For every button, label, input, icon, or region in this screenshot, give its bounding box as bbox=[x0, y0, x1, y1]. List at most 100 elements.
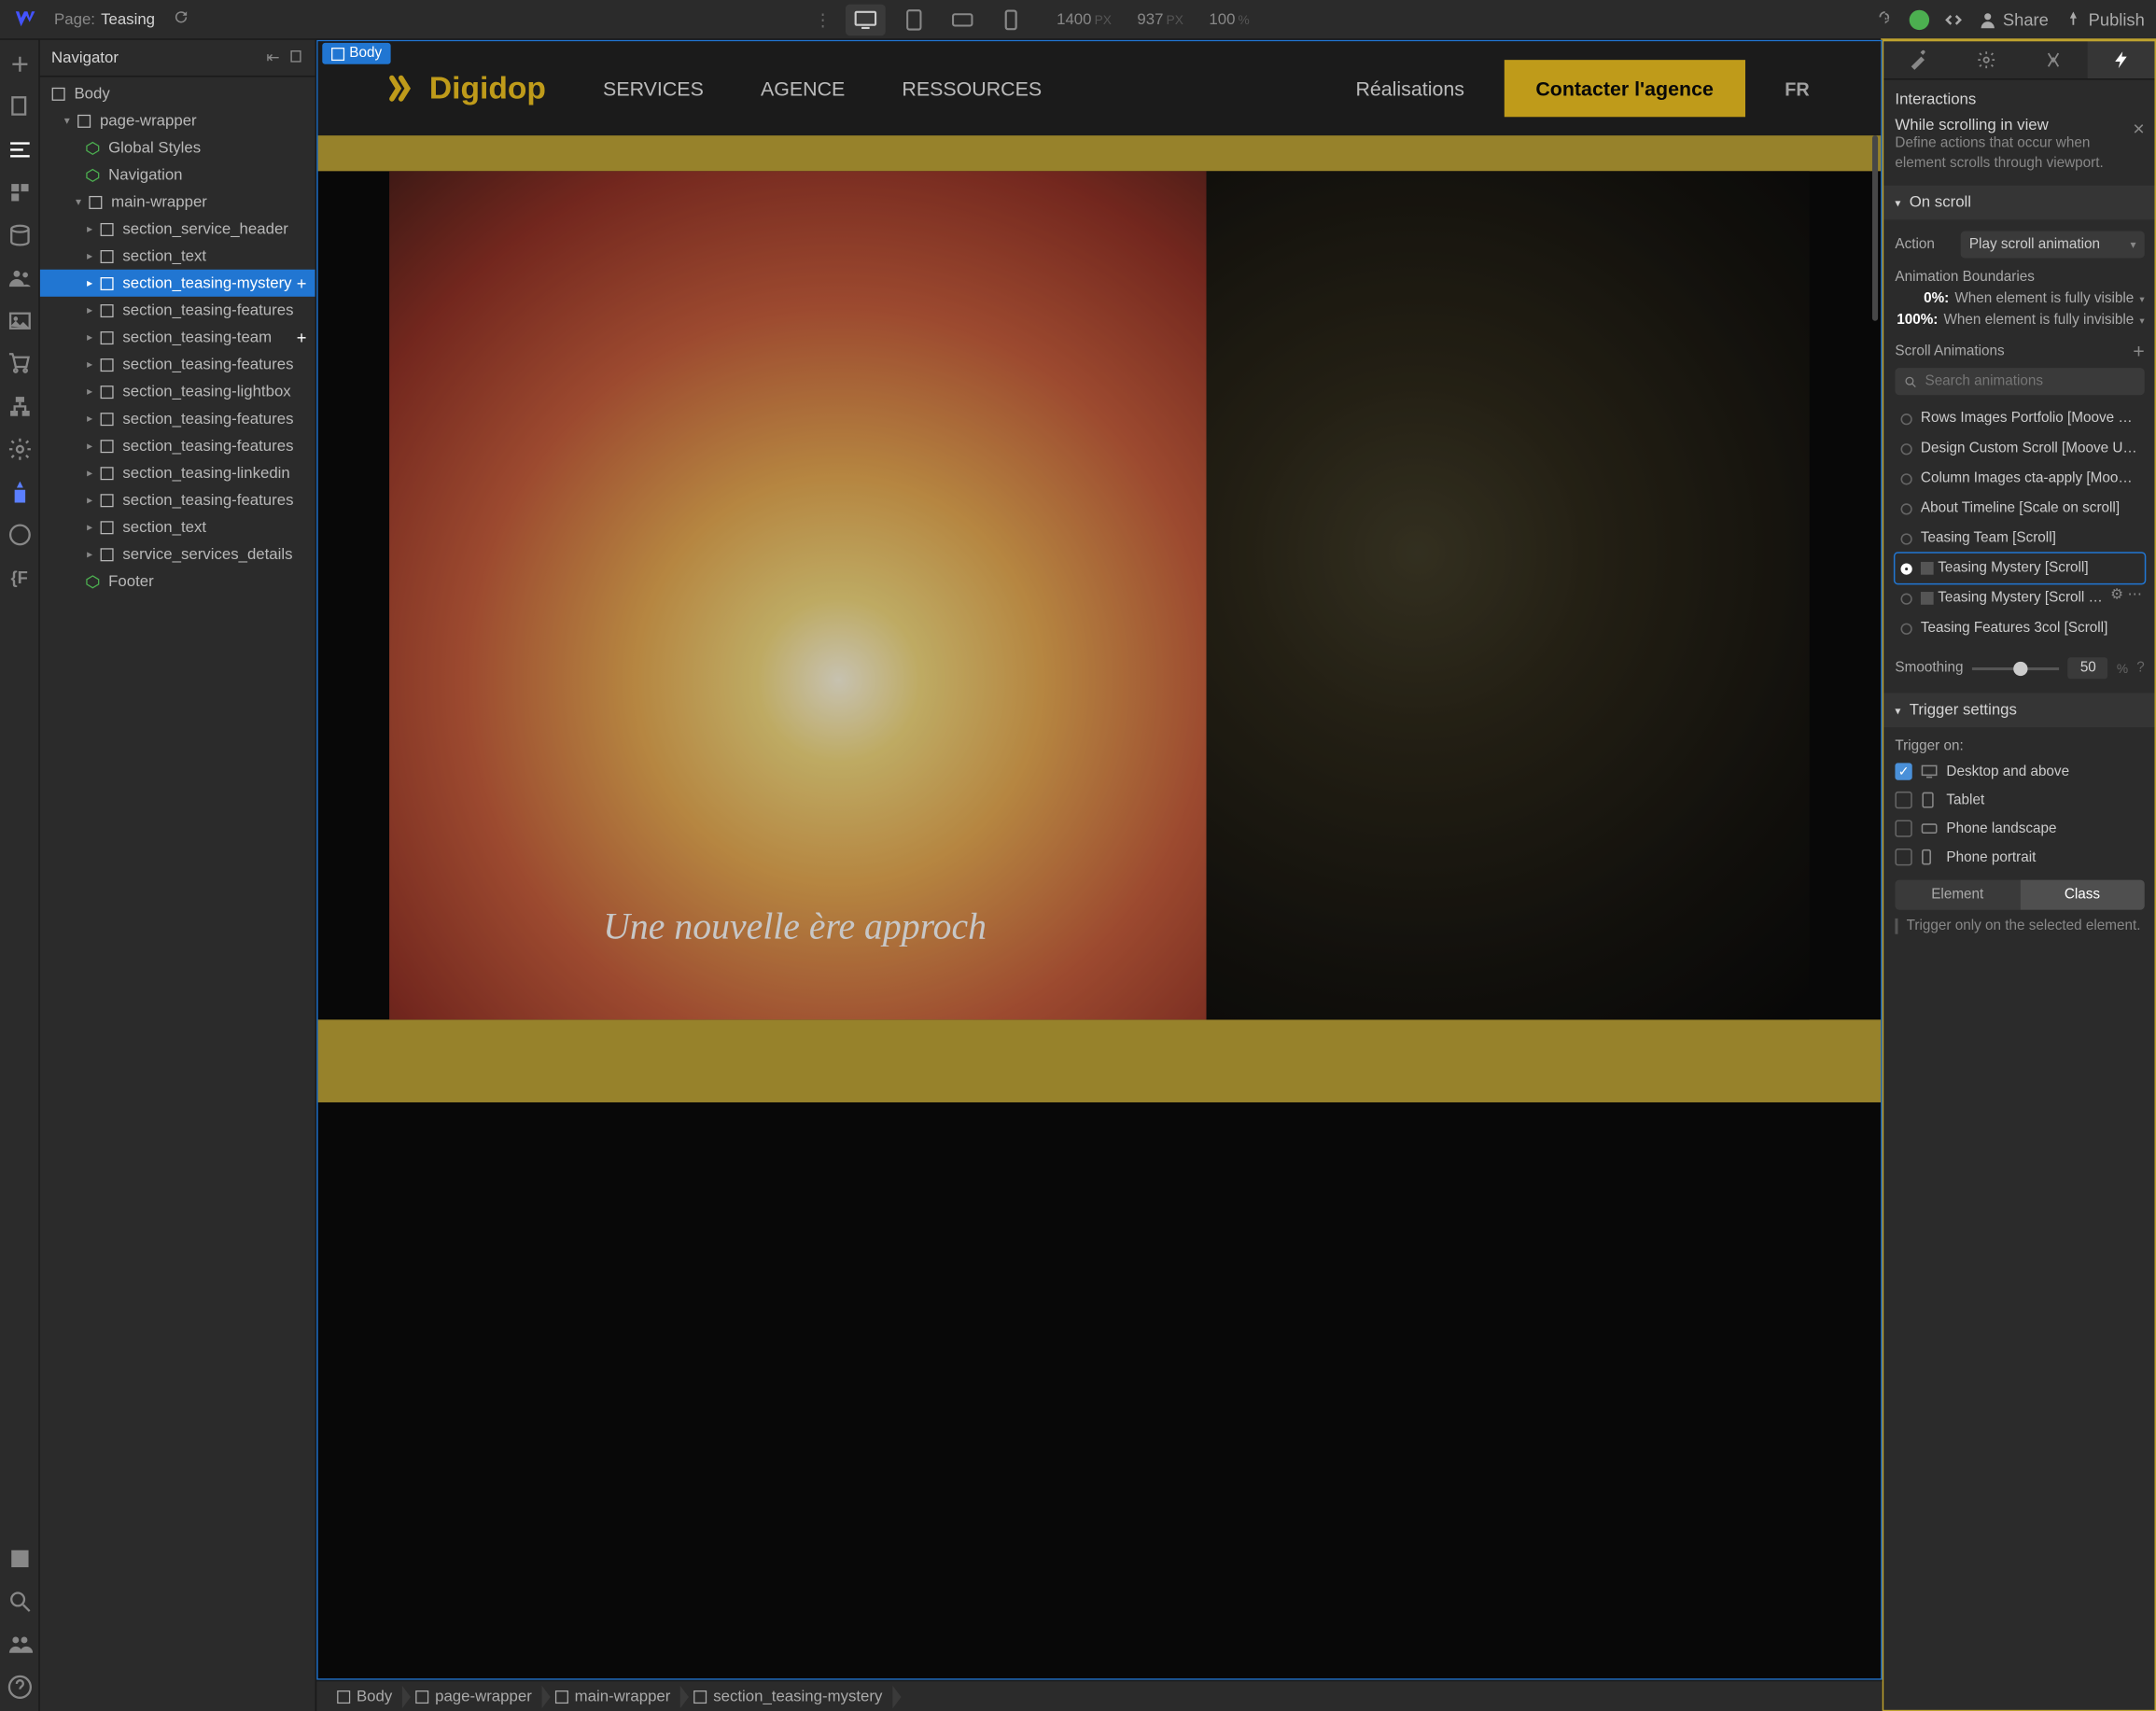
tree-footer[interactable]: Footer bbox=[40, 568, 315, 595]
animation-item[interactable]: Teasing Team [Scroll] bbox=[1895, 524, 2144, 554]
add-element-icon[interactable] bbox=[7, 51, 33, 77]
ecommerce-icon[interactable] bbox=[7, 351, 33, 377]
publish-button[interactable]: Publish bbox=[2063, 9, 2145, 29]
export-code-icon[interactable] bbox=[1943, 9, 1963, 29]
undo-icon[interactable] bbox=[1874, 7, 1894, 32]
pages-icon[interactable] bbox=[7, 94, 33, 119]
cms-icon[interactable] bbox=[7, 222, 33, 248]
tree-section[interactable]: ▸section_teasing-features bbox=[40, 432, 315, 459]
finsweet-icon[interactable]: {F bbox=[7, 565, 33, 591]
on-scroll-header[interactable]: ▾On scroll bbox=[1883, 186, 2156, 220]
animation-item[interactable]: Teasing Features 3col [Scroll] bbox=[1895, 613, 2144, 643]
style-manager-tab[interactable] bbox=[2020, 40, 2088, 78]
trigger-device[interactable]: Phone landscape bbox=[1895, 817, 2144, 839]
status-indicator-icon[interactable] bbox=[1909, 9, 1928, 29]
tree-section[interactable]: ▸section_teasing-features bbox=[40, 405, 315, 432]
animation-item[interactable]: Column Images cta-apply [Moove… bbox=[1895, 464, 2144, 494]
page-name[interactable]: Teasing bbox=[101, 10, 155, 27]
canvas-width[interactable]: 1400PX bbox=[1057, 10, 1112, 27]
components-icon[interactable] bbox=[7, 180, 33, 206]
refresh-icon[interactable] bbox=[172, 8, 189, 30]
page-preview[interactable]: Digidop SERVICES AGENCE RESSOURCES Réali… bbox=[316, 40, 1883, 1680]
breadcrumb-item[interactable]: page-wrapper bbox=[403, 1681, 543, 1711]
breakpoint-phone-portrait[interactable] bbox=[991, 4, 1031, 35]
collapse-icon[interactable]: ⇤ bbox=[266, 48, 279, 67]
tree-body[interactable]: Body bbox=[40, 80, 315, 107]
animation-item[interactable]: Design Custom Scroll [Moove Up … bbox=[1895, 433, 2144, 463]
nav-link[interactable]: AGENCE bbox=[761, 77, 845, 100]
users-icon[interactable] bbox=[7, 265, 33, 291]
video-icon[interactable] bbox=[7, 1546, 33, 1572]
segment-element[interactable]: Element bbox=[1895, 880, 2020, 910]
logic-icon[interactable] bbox=[7, 394, 33, 420]
tree-section[interactable]: ▸section_teasing-features bbox=[40, 486, 315, 513]
tree-navigation[interactable]: Navigation bbox=[40, 161, 315, 189]
animation-item[interactable]: Teasing Mystery [Scroll …⚙⋯ bbox=[1895, 583, 2144, 613]
tree-global-styles[interactable]: Global Styles bbox=[40, 134, 315, 161]
breakpoint-tablet[interactable] bbox=[894, 4, 934, 35]
animation-item[interactable]: Rows Images Portfolio [Moove Lef… bbox=[1895, 403, 2144, 433]
tree-section[interactable]: ▸section_text bbox=[40, 243, 315, 270]
tree-section[interactable]: ▸section_teasing-lightbox bbox=[40, 378, 315, 405]
trigger-settings-header[interactable]: ▾Trigger settings bbox=[1883, 694, 2156, 728]
breakpoint-desktop[interactable] bbox=[846, 4, 886, 35]
hero-section[interactable]: Une nouvelle ère approch bbox=[389, 171, 1810, 1019]
site-logo[interactable]: Digidop bbox=[389, 70, 546, 107]
breadcrumb-item[interactable]: main-wrapper bbox=[543, 1681, 682, 1711]
trigger-on-label: Trigger on: bbox=[1895, 738, 2144, 754]
style-tab[interactable] bbox=[1883, 40, 1952, 78]
trigger-device[interactable]: ✓Desktop and above bbox=[1895, 760, 2144, 782]
tree-section[interactable]: ▸service_services_details bbox=[40, 540, 315, 568]
interactions-tab[interactable] bbox=[2088, 40, 2156, 78]
navigator-icon[interactable] bbox=[7, 137, 33, 163]
search-icon[interactable] bbox=[7, 1589, 33, 1615]
nav-realisations[interactable]: Réalisations bbox=[1355, 77, 1464, 100]
tree-section[interactable]: ▸section_text bbox=[40, 513, 315, 540]
assets-icon[interactable] bbox=[7, 308, 33, 334]
webflow-logo-icon[interactable] bbox=[11, 7, 37, 33]
tree-section[interactable]: ▸section_teasing-linkedin bbox=[40, 459, 315, 486]
animation-item[interactable]: About Timeline [Scale on scroll] bbox=[1895, 494, 2144, 524]
trigger-device[interactable]: Phone portrait bbox=[1895, 846, 2144, 868]
info-icon[interactable]: ? bbox=[2136, 660, 2144, 676]
action-select[interactable]: Play scroll animation▾ bbox=[1961, 231, 2145, 259]
settings-icon[interactable] bbox=[7, 437, 33, 463]
animation-search[interactable] bbox=[1895, 368, 2144, 395]
tree-section[interactable]: ▸section_teasing-team+ bbox=[40, 324, 315, 351]
help-icon[interactable] bbox=[7, 1675, 33, 1701]
tree-section[interactable]: ▸section_teasing-features bbox=[40, 351, 315, 378]
tree-section[interactable]: ▸section_service_header bbox=[40, 216, 315, 243]
trigger-title: While scrolling in view bbox=[1895, 117, 2048, 133]
audit-icon[interactable] bbox=[7, 522, 33, 548]
add-animation-icon[interactable]: + bbox=[2133, 340, 2145, 362]
tree-section[interactable]: ▸section_teasing-mystery+ bbox=[40, 270, 315, 297]
share-button[interactable]: Share bbox=[1977, 9, 2048, 29]
boundary-0[interactable]: 0%: When element is fully visible ▾ bbox=[1895, 291, 2144, 307]
breadcrumb-item[interactable]: section_teasing-mystery bbox=[682, 1681, 894, 1711]
breakpoint-phone-landscape[interactable] bbox=[943, 4, 983, 35]
selection-chip[interactable]: Body bbox=[322, 43, 390, 64]
segment-class[interactable]: Class bbox=[2020, 880, 2145, 910]
tree-main-wrapper[interactable]: ▾ main-wrapper bbox=[40, 189, 315, 216]
trigger-device[interactable]: Tablet bbox=[1895, 789, 2144, 811]
animation-search-input[interactable] bbox=[1925, 373, 2136, 389]
boundary-100[interactable]: 100%: When element is fully invisible ▾ bbox=[1895, 313, 2144, 329]
tree-page-wrapper[interactable]: ▾ page-wrapper bbox=[40, 107, 315, 134]
breadcrumb-item[interactable]: Body bbox=[325, 1681, 403, 1711]
nav-lang[interactable]: FR bbox=[1785, 77, 1809, 99]
settings-tab[interactable] bbox=[1952, 40, 2020, 78]
nav-link[interactable]: SERVICES bbox=[603, 77, 704, 100]
nav-cta-button[interactable]: Contacter l'agence bbox=[1505, 60, 1745, 117]
smoothing-value[interactable]: 50 bbox=[2068, 657, 2108, 679]
scrollbar-indicator[interactable] bbox=[1872, 135, 1878, 321]
nav-link[interactable]: RESSOURCES bbox=[902, 77, 1042, 100]
more-icon[interactable]: ⋮ bbox=[814, 9, 831, 29]
close-icon[interactable]: × bbox=[2133, 117, 2145, 139]
canvas-zoom[interactable]: 100% bbox=[1209, 10, 1249, 27]
animation-item[interactable]: Teasing Mystery [Scroll] bbox=[1895, 554, 2144, 583]
pin-icon[interactable] bbox=[288, 48, 304, 67]
apps-icon[interactable] bbox=[7, 479, 33, 505]
team-icon[interactable] bbox=[7, 1632, 33, 1658]
tree-section[interactable]: ▸section_teasing-features bbox=[40, 297, 315, 324]
smoothing-slider[interactable] bbox=[1972, 666, 2060, 669]
